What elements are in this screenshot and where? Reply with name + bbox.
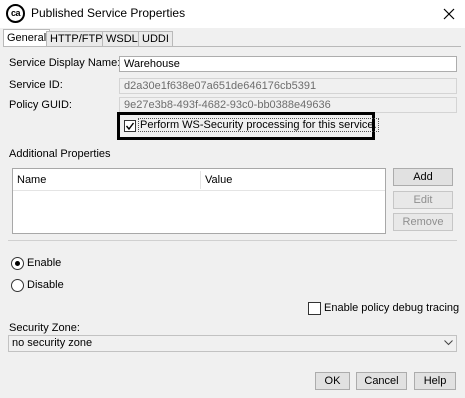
column-header-name[interactable]: Name (13, 169, 201, 191)
radio-selected-dot (15, 261, 20, 266)
tab-general[interactable]: General (3, 29, 51, 47)
disable-label[interactable]: Disable (27, 279, 64, 291)
window-title: Published Service Properties (31, 6, 186, 20)
enable-label[interactable]: Enable (27, 257, 61, 269)
security-zone-select[interactable]: no security zone (8, 335, 457, 352)
security-zone-value: no security zone (12, 337, 93, 349)
add-property-button[interactable]: Add (393, 168, 453, 186)
edit-property-button[interactable]: Edit (393, 191, 453, 209)
tab-uddi[interactable]: UDDI (138, 31, 173, 46)
section-divider (8, 240, 457, 241)
tab-wsdl[interactable]: WSDL (102, 31, 142, 46)
policy-debug-checkbox[interactable] (308, 302, 321, 315)
additional-properties-title: Additional Properties (9, 148, 111, 160)
column-header-value[interactable]: Value (201, 169, 385, 191)
tab-divider (3, 46, 461, 47)
ws-security-label[interactable]: Perform WS-Security processing for this … (138, 118, 379, 132)
security-zone-label: Security Zone: (9, 322, 80, 334)
remove-property-button[interactable]: Remove (393, 213, 453, 231)
disable-radio[interactable] (11, 279, 24, 292)
service-id-field[interactable]: d2a30e1f638e07a651de646176cb5391 (119, 78, 457, 94)
chevron-down-icon (444, 340, 453, 346)
enable-radio[interactable] (11, 257, 24, 270)
help-button[interactable]: Help (414, 372, 456, 390)
policy-guid-field[interactable]: 9e27e3b8-493f-4682-93c0-bb0388e49636 (119, 97, 457, 113)
checkmark-icon (125, 122, 135, 131)
policy-guid-label: Policy GUID: (9, 99, 72, 111)
tab-http-ftp[interactable]: HTTP/FTP (46, 31, 107, 46)
close-button[interactable] (437, 2, 461, 26)
cancel-button[interactable]: Cancel (356, 372, 407, 390)
column-separator (200, 171, 201, 189)
ws-security-checkbox[interactable] (124, 120, 136, 132)
ca-logo-icon: ca (6, 4, 25, 23)
service-id-label: Service ID: (9, 79, 63, 91)
ok-button[interactable]: OK (315, 372, 350, 390)
close-icon (443, 8, 455, 20)
service-display-name-input[interactable]: Warehouse (119, 56, 457, 72)
policy-debug-label[interactable]: Enable policy debug tracing (324, 302, 459, 314)
service-display-name-label: Service Display Name: (9, 57, 121, 69)
